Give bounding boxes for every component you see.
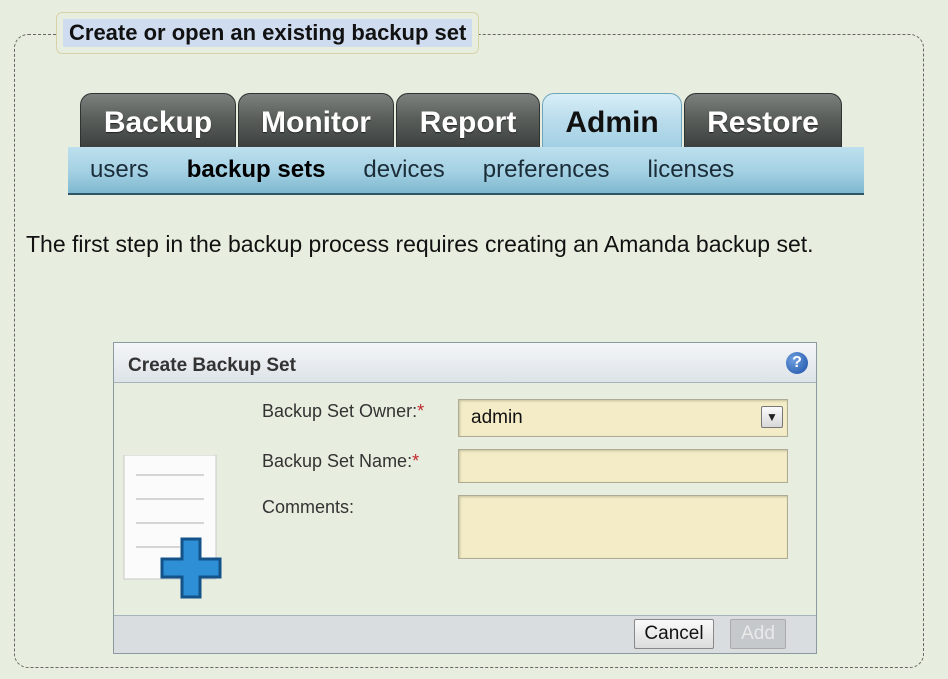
subnav-backup-sets[interactable]: backup sets bbox=[187, 156, 326, 184]
cancel-button[interactable]: Cancel bbox=[634, 619, 714, 649]
comments-textarea[interactable] bbox=[458, 495, 788, 559]
dialog-header: Create Backup Set ? bbox=[114, 343, 816, 383]
subnav-users[interactable]: users bbox=[90, 156, 149, 184]
owner-select[interactable]: admin ▼ bbox=[458, 399, 788, 437]
owner-select-value: admin bbox=[471, 407, 523, 428]
new-document-icon bbox=[123, 455, 222, 599]
dialog-title: Create Backup Set bbox=[128, 355, 296, 376]
main-tabs: Backup Monitor Report Admin Restore bbox=[80, 93, 844, 147]
question-icon[interactable]: ? bbox=[786, 352, 808, 374]
comments-label: Comments: bbox=[262, 497, 355, 517]
subnav-devices[interactable]: devices bbox=[363, 156, 444, 184]
dialog-footer: Cancel Add bbox=[114, 615, 816, 653]
subnav-preferences[interactable]: preferences bbox=[483, 156, 610, 184]
chevron-down-icon[interactable]: ▼ bbox=[761, 406, 783, 428]
intro-text: The first step in the backup process req… bbox=[26, 231, 814, 257]
legend-title: Create or open an existing backup set bbox=[63, 19, 473, 47]
tab-backup[interactable]: Backup bbox=[80, 93, 236, 147]
backup-set-name-input[interactable] bbox=[458, 449, 788, 483]
owner-label: Backup Set Owner:* bbox=[262, 401, 425, 421]
admin-subnav: users backup sets devices preferences li… bbox=[68, 147, 864, 195]
tab-admin[interactable]: Admin bbox=[542, 93, 682, 147]
tab-restore[interactable]: Restore bbox=[684, 93, 842, 147]
fieldset-legend: Create or open an existing backup set bbox=[56, 12, 480, 54]
add-button[interactable]: Add bbox=[730, 619, 786, 649]
name-label: Backup Set Name:* bbox=[262, 451, 420, 471]
create-backup-set-dialog: Create Backup Set ? Backup Set Owner:* a… bbox=[113, 342, 817, 654]
tab-report[interactable]: Report bbox=[396, 93, 540, 147]
subnav-licenses[interactable]: licenses bbox=[648, 156, 735, 184]
tab-monitor[interactable]: Monitor bbox=[238, 93, 394, 147]
